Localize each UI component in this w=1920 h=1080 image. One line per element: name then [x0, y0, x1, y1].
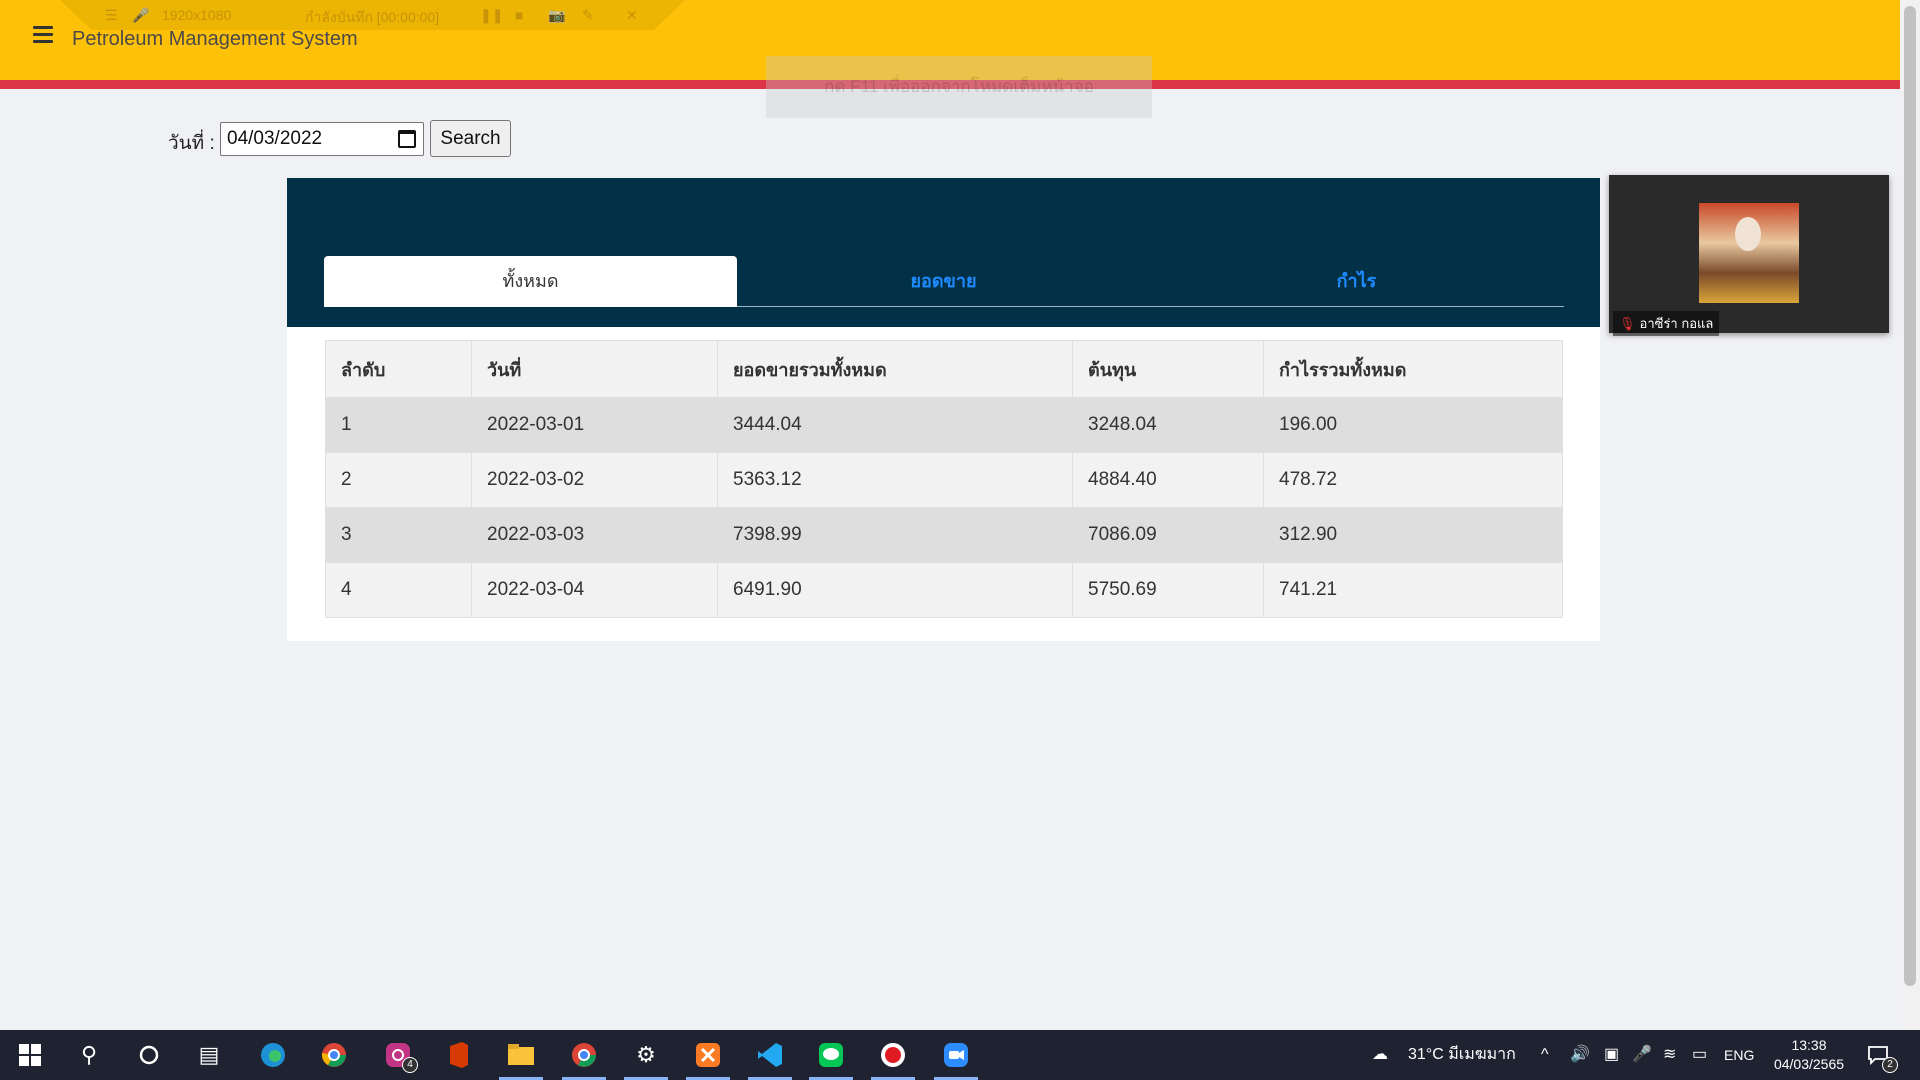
- windows-start-icon[interactable]: [14, 1039, 46, 1071]
- chrome-icon[interactable]: [318, 1039, 350, 1071]
- participant-name: อาซีร่า กอแล: [1639, 316, 1714, 331]
- col-header-order: ลำดับ: [325, 340, 472, 398]
- tab-sales[interactable]: ยอดขาย: [737, 256, 1150, 307]
- notification-icon[interactable]: 2: [1862, 1039, 1898, 1073]
- fullscreen-hint: กด F11 เพื่อออกจากโหมดเต็มหน้าจอ: [766, 56, 1152, 118]
- report-table: ลำดับ วันที่ ยอดขายรวมทั้งหมด ต้นทุน กำไ…: [325, 340, 1563, 618]
- video-call-thumbnail[interactable]: 🎙 อาซีร่า กอแล: [1609, 175, 1889, 336]
- app-title: Petroleum Management System: [72, 28, 358, 50]
- screen-recorder-toolbar: ☰ 🎤 1920x1080 กำลังบันทึก [00:00:00] ❚❚ …: [60, 0, 685, 30]
- cell-total-sales: 5363.12: [717, 452, 1073, 508]
- recorder-pen-icon[interactable]: ✎: [582, 7, 594, 24]
- table-row: 2 2022-03-02 5363.12 4884.40 478.72: [325, 452, 1563, 508]
- line-icon[interactable]: [809, 1039, 853, 1080]
- vertical-scrollbar[interactable]: [1900, 0, 1920, 1030]
- cell-date: 2022-03-02: [471, 452, 718, 508]
- file-explorer-icon[interactable]: [499, 1039, 543, 1080]
- search-icon[interactable]: ⚲: [73, 1039, 105, 1071]
- recorder-status: กำลังบันทึก [00:00:00]: [305, 9, 440, 25]
- calendar-icon[interactable]: [398, 130, 416, 148]
- zoom-icon[interactable]: [934, 1039, 978, 1080]
- office-icon[interactable]: [443, 1039, 475, 1071]
- battery-icon[interactable]: ▭: [1692, 1030, 1707, 1080]
- recorder-camera-icon[interactable]: 📷: [548, 7, 565, 24]
- col-header-total-sales: ยอดขายรวมทั้งหมด: [717, 340, 1073, 398]
- tab-all[interactable]: ทั้งหมด: [324, 256, 737, 307]
- cell-total-profit: 741.21: [1263, 562, 1563, 618]
- clock-date: 04/03/2565: [1773, 1056, 1845, 1072]
- recorder-resolution: 1920x1080: [162, 7, 232, 23]
- language-indicator[interactable]: ENG: [1724, 1030, 1754, 1080]
- xampp-icon[interactable]: [686, 1039, 730, 1080]
- tab-profit[interactable]: กำไร: [1150, 256, 1563, 307]
- clock-time: 13:38: [1791, 1037, 1827, 1053]
- card-header: ทั้งหมด ยอดขาย กำไร: [287, 178, 1600, 327]
- cell-total-profit: 312.90: [1263, 507, 1563, 563]
- clock[interactable]: 13:38 04/03/2565: [1770, 1036, 1848, 1074]
- cell-date: 2022-03-03: [471, 507, 718, 563]
- cell-order: 4: [325, 562, 472, 618]
- date-value: 04/03/2022: [227, 128, 323, 149]
- cell-cost: 5750.69: [1072, 562, 1264, 618]
- col-header-date: วันที่: [471, 340, 718, 398]
- table-header-row: ลำดับ วันที่ ยอดขายรวมทั้งหมด ต้นทุน กำไ…: [325, 340, 1563, 398]
- cell-total-sales: 6491.90: [717, 562, 1073, 618]
- recorder-menu-icon[interactable]: ☰: [105, 7, 118, 24]
- microphone-icon[interactable]: 🎤: [1632, 1030, 1652, 1080]
- participant-name-tag: 🎙 อาซีร่า กอแล: [1613, 311, 1720, 336]
- recorder-pause-icon[interactable]: ❚❚: [480, 7, 503, 24]
- tray-chevron-icon[interactable]: ^: [1541, 1030, 1549, 1080]
- cell-date: 2022-03-01: [471, 397, 718, 453]
- recorder-mic-icon[interactable]: 🎤: [132, 7, 149, 24]
- col-header-total-profit: กำไรรวมทั้งหมด: [1263, 340, 1563, 398]
- report-card: ทั้งหมด ยอดขาย กำไร ลำดับ วันที่ ยอดขายร…: [287, 178, 1600, 641]
- settings-icon[interactable]: ⚙: [624, 1039, 668, 1080]
- cell-cost: 4884.40: [1072, 452, 1264, 508]
- table-row: 1 2022-03-01 3444.04 3248.04 196.00: [325, 397, 1563, 453]
- scrollbar-thumb[interactable]: [1904, 6, 1916, 986]
- cell-cost: 7086.09: [1072, 507, 1264, 563]
- volume-icon[interactable]: 🔊: [1570, 1030, 1590, 1080]
- cell-cost: 3248.04: [1072, 397, 1264, 453]
- participant-face: [1735, 217, 1761, 251]
- record-icon[interactable]: [871, 1039, 915, 1080]
- cell-order: 3: [325, 507, 472, 563]
- instagram-icon[interactable]: 4: [382, 1039, 418, 1073]
- meet-now-icon[interactable]: ▣: [1604, 1030, 1619, 1080]
- date-input[interactable]: 04/03/2022: [220, 122, 424, 156]
- recorder-close-icon[interactable]: ✕: [626, 7, 638, 24]
- cell-total-profit: 478.72: [1263, 452, 1563, 508]
- cell-order: 1: [325, 397, 472, 453]
- participant-video: [1699, 203, 1799, 303]
- search-button[interactable]: Search: [430, 120, 511, 157]
- task-view-icon[interactable]: ▤: [193, 1039, 225, 1071]
- menu-icon[interactable]: [33, 26, 53, 43]
- recorder-stop-icon[interactable]: ■: [515, 7, 523, 23]
- weather-text[interactable]: 31°C มีเมฆมาก: [1408, 1030, 1516, 1080]
- windows-taskbar: ⚲ ▤ 4 ⚙ ☁ 31°C มีเมฆมาก ^ 🔊 ▣ 🎤 ≋ ▭ ENG …: [0, 1030, 1920, 1080]
- cell-date: 2022-03-04: [471, 562, 718, 618]
- table-row: 4 2022-03-04 6491.90 5750.69 741.21: [325, 562, 1563, 618]
- cell-total-sales: 7398.99: [717, 507, 1073, 563]
- cortana-icon[interactable]: [133, 1039, 165, 1071]
- cell-total-profit: 196.00: [1263, 397, 1563, 453]
- mic-muted-icon: 🎙: [1619, 316, 1636, 331]
- date-label: วันที่ :: [168, 133, 215, 154]
- notification-badge: 2: [1882, 1057, 1898, 1073]
- edge-icon[interactable]: [257, 1039, 289, 1071]
- instagram-badge: 4: [402, 1057, 418, 1073]
- vscode-icon[interactable]: [748, 1039, 792, 1080]
- table-row: 3 2022-03-03 7398.99 7086.09 312.90: [325, 507, 1563, 563]
- col-header-cost: ต้นทุน: [1072, 340, 1264, 398]
- cell-total-sales: 3444.04: [717, 397, 1073, 453]
- weather-icon[interactable]: ☁: [1372, 1030, 1388, 1080]
- cell-order: 2: [325, 452, 472, 508]
- chrome-profile-icon[interactable]: [562, 1039, 606, 1080]
- wifi-icon[interactable]: ≋: [1663, 1030, 1676, 1080]
